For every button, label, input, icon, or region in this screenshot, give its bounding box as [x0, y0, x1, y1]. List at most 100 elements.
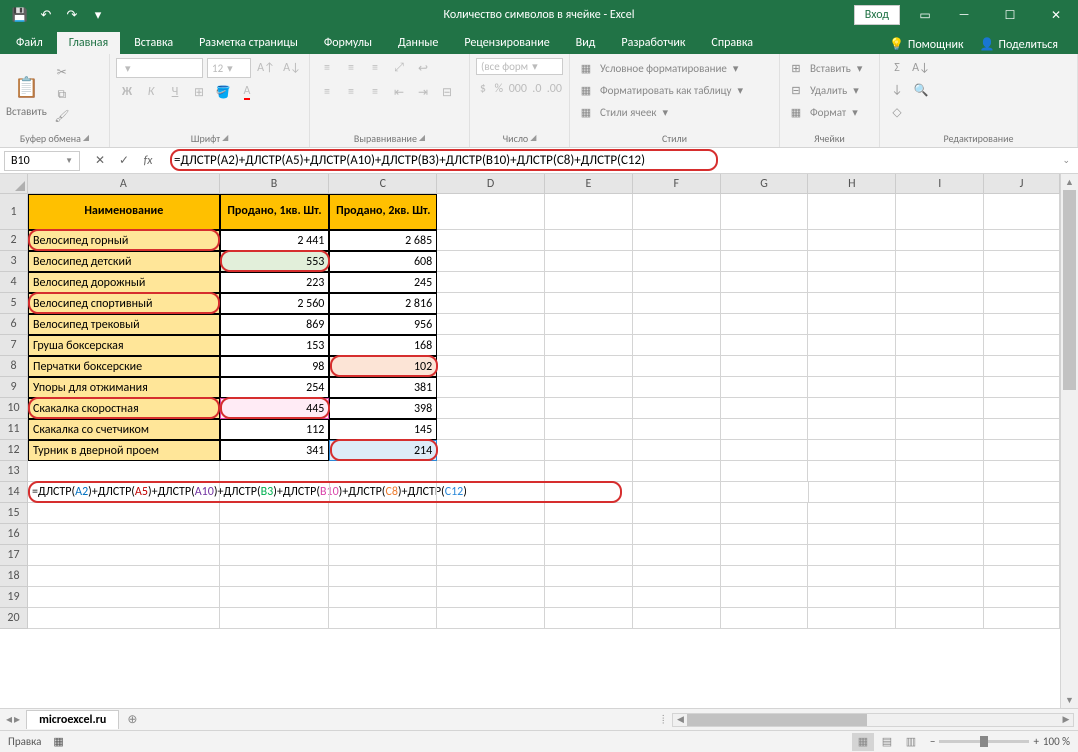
format-as-table-button[interactable]: ▦Форматировать как таблицу▾	[576, 80, 773, 100]
align-top-icon[interactable]: ≡	[316, 58, 338, 78]
name-box[interactable]: B10▼	[4, 151, 80, 171]
cell-D16[interactable]	[437, 524, 545, 545]
cell-H2[interactable]	[808, 230, 896, 251]
cell-H19[interactable]	[808, 587, 896, 608]
conditional-formatting-button[interactable]: ▦Условное форматирование▾	[576, 58, 773, 78]
cell-C13[interactable]	[329, 461, 437, 482]
cell-A12[interactable]: Турник в дверной проем	[28, 440, 220, 461]
cell-J10[interactable]	[984, 398, 1060, 419]
col-header-E[interactable]: E	[545, 174, 633, 193]
page-layout-view-icon[interactable]: ▤	[876, 733, 898, 751]
cell-C9[interactable]: 381	[329, 377, 437, 398]
cell-F7[interactable]	[633, 335, 721, 356]
zoom-slider[interactable]	[939, 740, 1029, 743]
col-header-I[interactable]: I	[896, 174, 984, 193]
number-expand-icon[interactable]: ◢	[530, 133, 536, 143]
cell-F12[interactable]	[633, 440, 721, 461]
cell-I19[interactable]	[896, 587, 984, 608]
cell-I9[interactable]	[896, 377, 984, 398]
cell-A3[interactable]: Велосипед детский	[28, 251, 220, 272]
cell-J18[interactable]	[984, 566, 1060, 587]
align-left-icon[interactable]: ≡	[316, 82, 338, 102]
increase-indent-icon[interactable]: ⇥	[412, 82, 434, 102]
cell-D7[interactable]	[437, 335, 545, 356]
cell-E2[interactable]	[545, 230, 633, 251]
percent-icon[interactable]: %	[492, 79, 506, 99]
row-header-11[interactable]: 11	[0, 419, 28, 440]
cell-I15[interactable]	[896, 503, 984, 524]
cell-G18[interactable]	[721, 566, 809, 587]
cell-D13[interactable]	[437, 461, 545, 482]
currency-icon[interactable]: $	[476, 79, 490, 99]
cell-A16[interactable]	[28, 524, 220, 545]
underline-button[interactable]: Ч	[164, 82, 186, 102]
cell-1-G[interactable]	[721, 194, 809, 230]
cell-F15[interactable]	[633, 503, 721, 524]
col-header-G[interactable]: G	[721, 174, 809, 193]
align-middle-icon[interactable]: ≡	[340, 58, 362, 78]
row-header-4[interactable]: 4	[0, 272, 28, 293]
cell-1-E[interactable]	[545, 194, 633, 230]
cell-B20[interactable]	[220, 608, 330, 629]
insert-cells-button[interactable]: ⊞Вставить▾	[786, 58, 873, 78]
cell-C16[interactable]	[329, 524, 437, 545]
cell-C2[interactable]: 2 685	[329, 230, 437, 251]
cell-D10[interactable]	[437, 398, 545, 419]
tab-developer[interactable]: Разработчик	[609, 32, 697, 54]
maximize-button[interactable]: ☐	[988, 0, 1032, 30]
cell-B5[interactable]: 2 560	[220, 293, 330, 314]
format-painter-icon[interactable]: 🖌	[51, 107, 73, 127]
row-header-14[interactable]: 14	[0, 482, 28, 503]
cell-J7[interactable]	[984, 335, 1060, 356]
cell-G16[interactable]	[721, 524, 809, 545]
cell-F6[interactable]	[633, 314, 721, 335]
zoom-in-button[interactable]: +	[1033, 735, 1038, 748]
fx-icon[interactable]: fx	[138, 151, 158, 171]
row-header-15[interactable]: 15	[0, 503, 28, 524]
header-name[interactable]: Наименование	[28, 194, 220, 230]
tab-help[interactable]: Справка	[699, 32, 765, 54]
cell-C17[interactable]	[329, 545, 437, 566]
row-header-7[interactable]: 7	[0, 335, 28, 356]
macro-record-icon[interactable]: ▦	[53, 735, 63, 748]
cell-H12[interactable]	[808, 440, 896, 461]
row-header-16[interactable]: 16	[0, 524, 28, 545]
cell-C4[interactable]: 245	[329, 272, 437, 293]
cell-I8[interactable]	[896, 356, 984, 377]
cell-G19[interactable]	[721, 587, 809, 608]
cell-I4[interactable]	[896, 272, 984, 293]
cell-B19[interactable]	[220, 587, 330, 608]
cell-A8[interactable]: Перчатки боксерские	[28, 356, 220, 377]
row-header-1[interactable]: 1	[0, 194, 28, 230]
autosum-icon[interactable]: Σ	[886, 58, 908, 78]
cell-J16[interactable]	[984, 524, 1060, 545]
number-format-combo[interactable]: (все форм▾	[476, 58, 563, 75]
scroll-up-icon[interactable]: ▲	[1061, 174, 1078, 190]
cell-E12[interactable]	[545, 440, 633, 461]
increase-font-icon[interactable]: A↑	[255, 58, 277, 78]
cell-A7[interactable]: Груша боксерская	[28, 335, 220, 356]
cell-E11[interactable]	[545, 419, 633, 440]
cell-D3[interactable]	[437, 251, 545, 272]
sheet-nav-first-icon[interactable]: ◂	[6, 712, 12, 727]
row-header-20[interactable]: 20	[0, 608, 28, 629]
cell-F14[interactable]	[633, 482, 721, 503]
font-size-combo[interactable]: 12▾	[207, 58, 251, 78]
cell-I17[interactable]	[896, 545, 984, 566]
scroll-left-icon[interactable]: ◀	[673, 714, 687, 726]
italic-button[interactable]: К	[140, 82, 162, 102]
cell-I5[interactable]	[896, 293, 984, 314]
expand-formula-bar-icon[interactable]: ⌄	[1058, 155, 1074, 166]
qat-customize-icon[interactable]: ▾	[86, 3, 110, 27]
col-header-C[interactable]: C	[329, 174, 437, 193]
cell-E20[interactable]	[545, 608, 633, 629]
cell-A19[interactable]	[28, 587, 220, 608]
cell-A2[interactable]: Велосипед горный	[28, 230, 220, 251]
cell-C7[interactable]: 168	[329, 335, 437, 356]
tab-home[interactable]: Главная	[57, 32, 120, 54]
cell-H11[interactable]	[808, 419, 896, 440]
tab-review[interactable]: Рецензирование	[452, 32, 561, 54]
font-color-icon[interactable]: A	[236, 82, 258, 102]
cell-E8[interactable]	[545, 356, 633, 377]
cell-B15[interactable]	[220, 503, 330, 524]
